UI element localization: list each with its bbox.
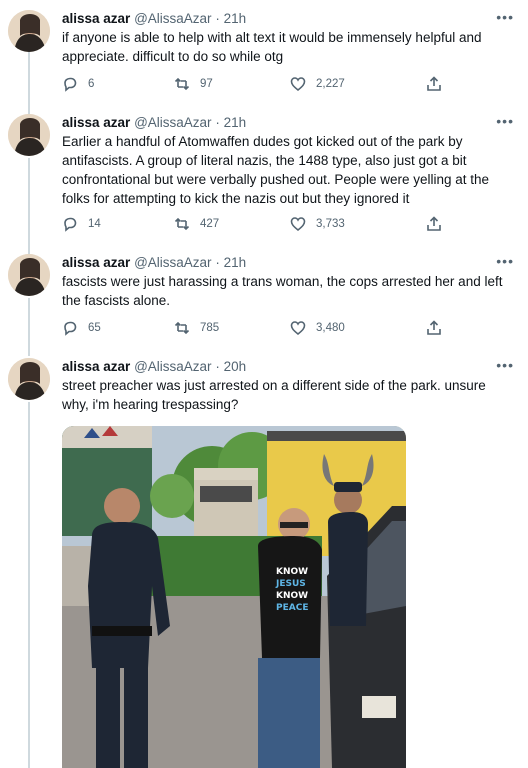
tweet-header: alissa azar @AlissaAzar · 21h bbox=[62, 114, 246, 132]
heart-icon bbox=[290, 217, 306, 232]
more-options-icon[interactable]: ••• bbox=[496, 358, 514, 372]
timestamp[interactable]: 20h bbox=[224, 359, 247, 374]
separator-dot: · bbox=[215, 255, 220, 270]
retweet-button[interactable]: 785 bbox=[174, 320, 219, 336]
retweet-count: 427 bbox=[200, 218, 220, 230]
share-icon bbox=[427, 76, 441, 91]
reply-icon bbox=[64, 321, 77, 336]
tweet-actions: 14 427 3,733 bbox=[62, 216, 442, 234]
retweet-icon bbox=[174, 217, 190, 231]
tweet[interactable]: alissa azar @AlissaAzar · 21h ••• if any… bbox=[0, 10, 528, 100]
author-handle[interactable]: @AlissaAzar bbox=[134, 115, 211, 130]
author-handle[interactable]: @AlissaAzar bbox=[134, 359, 211, 374]
retweet-icon bbox=[174, 77, 190, 91]
tweet[interactable]: alissa azar @AlissaAzar · 21h ••• Earlie… bbox=[0, 114, 528, 244]
shirt-text: PEACE bbox=[276, 603, 308, 613]
arrest-photo: KNOW JESUS KNOW PEACE bbox=[62, 426, 406, 768]
author-name[interactable]: alissa azar bbox=[62, 115, 130, 130]
like-count: 2,227 bbox=[316, 78, 345, 90]
retweet-icon bbox=[174, 321, 190, 335]
avatar[interactable] bbox=[8, 254, 50, 296]
more-options-icon[interactable]: ••• bbox=[496, 10, 514, 24]
reply-count: 14 bbox=[88, 218, 101, 230]
share-button[interactable] bbox=[426, 76, 442, 97]
shirt-text: JESUS bbox=[275, 579, 306, 589]
tweet-header: alissa azar @AlissaAzar · 21h bbox=[62, 10, 246, 28]
tweet-text: fascists were just harassing a trans wom… bbox=[62, 274, 503, 308]
tweet-header: alissa azar @AlissaAzar · 20h bbox=[62, 358, 246, 376]
separator-dot: · bbox=[215, 359, 220, 374]
avatar[interactable] bbox=[8, 358, 50, 400]
more-options-icon[interactable]: ••• bbox=[496, 254, 514, 268]
like-count: 3,480 bbox=[316, 322, 345, 334]
timestamp[interactable]: 21h bbox=[224, 115, 247, 130]
share-icon bbox=[427, 320, 441, 335]
reply-button[interactable]: 6 bbox=[62, 76, 94, 92]
share-button[interactable] bbox=[426, 320, 442, 341]
reply-icon bbox=[64, 77, 77, 92]
tweet-text: Earlier a handful of Atomwaffen dudes go… bbox=[62, 134, 490, 206]
shirt-text: KNOW bbox=[276, 591, 308, 601]
separator-dot: · bbox=[215, 11, 220, 26]
tweet-text: street preacher was just arrested on a d… bbox=[62, 378, 486, 412]
reply-button[interactable]: 14 bbox=[62, 216, 101, 232]
tweet-actions: 65 785 3,480 bbox=[62, 320, 442, 338]
heart-icon bbox=[290, 321, 306, 336]
share-button[interactable] bbox=[426, 216, 442, 237]
retweet-count: 97 bbox=[200, 78, 213, 90]
author-name[interactable]: alissa azar bbox=[62, 11, 130, 26]
like-button[interactable]: 2,227 bbox=[290, 76, 345, 92]
reply-count: 65 bbox=[88, 322, 101, 334]
tweet-photo[interactable]: KNOW JESUS KNOW PEACE bbox=[62, 426, 406, 768]
author-handle[interactable]: @AlissaAzar bbox=[134, 11, 211, 26]
reply-button[interactable]: 65 bbox=[62, 320, 101, 336]
shirt-text: KNOW bbox=[276, 567, 308, 577]
author-name[interactable]: alissa azar bbox=[62, 359, 130, 374]
tweet-header: alissa azar @AlissaAzar · 21h bbox=[62, 254, 246, 272]
heart-icon bbox=[290, 77, 306, 92]
like-count: 3,733 bbox=[316, 218, 345, 230]
more-options-icon[interactable]: ••• bbox=[496, 114, 514, 128]
share-icon bbox=[427, 216, 441, 231]
avatar[interactable] bbox=[8, 10, 50, 52]
reply-count: 6 bbox=[88, 78, 95, 90]
retweet-button[interactable]: 427 bbox=[174, 216, 219, 232]
reply-icon bbox=[64, 217, 77, 232]
tweet-text: if anyone is able to help with alt text … bbox=[62, 30, 482, 64]
avatar[interactable] bbox=[8, 114, 50, 156]
tweet-actions: 6 97 2,227 bbox=[62, 76, 442, 94]
timestamp[interactable]: 21h bbox=[224, 11, 247, 26]
retweet-button[interactable]: 97 bbox=[174, 76, 213, 92]
separator-dot: · bbox=[215, 115, 220, 130]
like-button[interactable]: 3,480 bbox=[290, 320, 345, 336]
author-handle[interactable]: @AlissaAzar bbox=[134, 255, 211, 270]
like-button[interactable]: 3,733 bbox=[290, 216, 345, 232]
retweet-count: 785 bbox=[200, 322, 220, 334]
tweet[interactable]: alissa azar @AlissaAzar · 21h ••• fascis… bbox=[0, 254, 528, 346]
timestamp[interactable]: 21h bbox=[224, 255, 247, 270]
author-name[interactable]: alissa azar bbox=[62, 255, 130, 270]
